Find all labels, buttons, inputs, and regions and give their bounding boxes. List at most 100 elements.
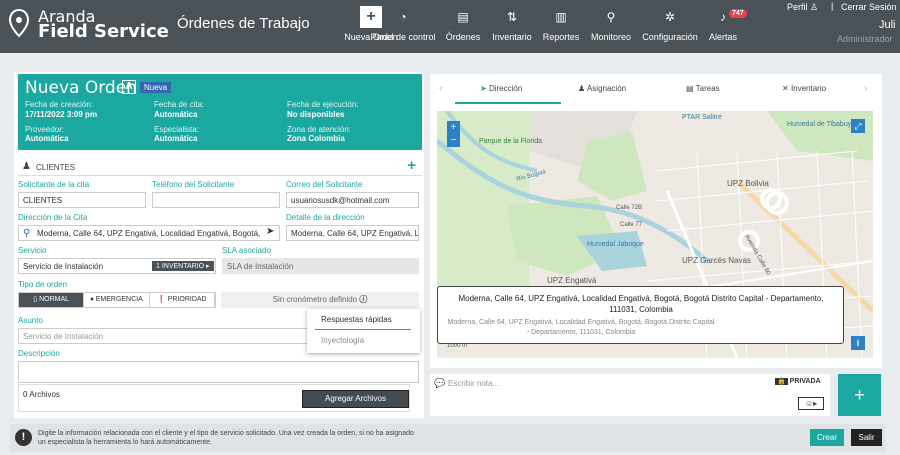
crear-button[interactable]: Crear	[810, 429, 844, 446]
user-name: Juli	[879, 19, 896, 31]
inventario-button[interactable]: 1 INVENTARIO ▸	[152, 261, 214, 271]
telefono-field[interactable]	[152, 192, 280, 208]
info-icon[interactable]: i	[851, 336, 865, 350]
footer-info: Digite la información relacionada con el…	[38, 430, 414, 446]
page-title: Órdenes de Trabajo	[177, 15, 310, 32]
correo-field[interactable]: usuariosusdk@hotmail.com	[286, 192, 419, 208]
zona-label: Zona de atención:	[287, 125, 352, 134]
tab-prev-icon[interactable]: ‹	[439, 83, 442, 94]
esp-value: Automática	[154, 134, 198, 143]
privada-toggle[interactable]: 🔒 PRIVADA	[775, 377, 821, 385]
privada-label: PRIVADA	[789, 378, 821, 385]
tab-inventario-label: Inventario	[790, 84, 827, 93]
active-tab-indicator	[455, 102, 561, 104]
direccion-label: Dirección de la Cita	[18, 213, 88, 222]
sla-label: SLA asociado	[222, 246, 271, 255]
user-role: Administrador	[837, 34, 893, 44]
ejec-value: No disponibles	[287, 110, 345, 119]
tasks-icon: ▤	[686, 84, 694, 93]
priority-emergencia-label: EMERGENCIA	[95, 296, 143, 303]
user-icon: ♟	[22, 161, 31, 172]
emoji-button[interactable]: ☺▸	[798, 397, 824, 410]
inventario-button-label: 1 INVENTARIO	[156, 263, 205, 270]
nav-monitoreo[interactable]: ⚲ Monitoreo	[581, 8, 641, 42]
monitor-icon: ⚲	[606, 10, 616, 24]
solicitante-field[interactable]: CLIENTES	[18, 192, 146, 208]
inventory-icon: ⇅	[506, 10, 518, 24]
person-icon: ♟	[578, 84, 586, 93]
priority-prioridad-label: PRIORIDAD	[167, 296, 207, 303]
quick-replies-menu: Respuestas rápidas Inyectología	[307, 309, 420, 353]
map-label: Humedal de Tibabuyes	[787, 121, 859, 128]
ejec-label: Fecha de ejecución:	[287, 100, 359, 109]
cita-value: Automática	[154, 110, 198, 119]
logout-link[interactable]: Cerrar Sesión	[841, 2, 897, 12]
quick-item[interactable]: Inyectología	[321, 336, 364, 345]
direccion-value: Moderna, Calle 64, UPZ Engativá, Localid…	[37, 229, 261, 238]
perfil-link[interactable]: Perfil ♙	[787, 2, 818, 13]
correo-label: Correo del Solicitante	[286, 180, 363, 189]
map-label: Calle 72B	[616, 205, 642, 211]
tab-tareas-label: Tareas	[695, 84, 720, 93]
quick-divider	[315, 329, 411, 330]
comment-icon: 💬	[434, 378, 446, 388]
map-pin-icon: ⚲	[23, 228, 31, 239]
clientes-header: CLIENTES	[36, 163, 76, 172]
map-label: UPZ Bolivia	[727, 179, 769, 188]
salir-button[interactable]: Salir	[851, 429, 882, 446]
nav-panel[interactable]: ◔ Panel de control	[365, 8, 441, 42]
map-label: UPZ Garcés Navas	[682, 256, 751, 265]
tab-tareas[interactable]: ▤ Tareas	[686, 84, 720, 93]
archivos-count: 0 Archivos	[23, 390, 60, 399]
note-box: 💬 Escribir nota... 🔒 PRIVADA ☺▸	[430, 374, 830, 416]
tab-direccion[interactable]: ➤ Dirección	[480, 84, 522, 93]
add-client-button[interactable]: +	[407, 157, 416, 174]
nav-configuracion[interactable]: ✲ Configuración	[640, 8, 700, 42]
descripcion-field[interactable]	[18, 361, 419, 383]
orders-icon: ▤	[457, 10, 469, 24]
address-main: Moderna, Calle 64, UPZ Engativá, Localid…	[458, 294, 824, 314]
prov-label: Proveedor:	[25, 125, 65, 134]
footer-bar: ! Digite la información relacionada con …	[10, 424, 885, 452]
alerts-badge: 747	[729, 9, 747, 18]
priority-prioridad[interactable]: ❗ PRIORIDAD	[150, 293, 215, 307]
zoom-out-button[interactable]: −	[447, 134, 460, 147]
esp-label: Especialista:	[154, 125, 199, 134]
tab-asignacion[interactable]: ♟ Asignación	[578, 84, 626, 93]
creation-label: Fecha de creación:	[25, 100, 94, 109]
tab-next-icon[interactable]: ›	[864, 83, 867, 94]
gear-icon: ✲	[664, 10, 676, 24]
brand-line2: Field Service	[38, 21, 169, 42]
priority-toggle: ▯ NORMAL ♦ EMERGENCIA ❗ PRIORIDAD	[18, 292, 216, 308]
priority-normal[interactable]: ▯ NORMAL	[19, 293, 85, 307]
priority-emergencia[interactable]: ♦ EMERGENCIA	[84, 293, 150, 307]
fullscreen-icon[interactable]: ⤢	[851, 119, 865, 133]
add-note-button[interactable]: +	[838, 374, 881, 416]
info-icon: !	[15, 429, 32, 446]
map-label: Parque de la Florida	[479, 138, 542, 145]
zoom-in-button[interactable]: +	[447, 121, 460, 134]
telefono-label: Teléfono del Solicitante	[152, 180, 235, 189]
agregar-archivos-button[interactable]: Agregar Archivos	[302, 390, 409, 408]
detalle-label: Detalle de la dirección	[286, 213, 365, 222]
navigate-icon: ➤	[480, 84, 487, 93]
tab-direccion-label: Dirección	[488, 84, 523, 93]
tab-inventario[interactable]: ✕ Inventario	[782, 84, 826, 93]
tipo-label: Tipo de orden	[18, 280, 68, 289]
note-input[interactable]: Escribir nota...	[448, 379, 499, 388]
cita-label: Fecha de cita:	[154, 100, 205, 109]
detalle-field[interactable]: Moderna, Calle 64, UPZ Engativá, L	[286, 225, 419, 241]
asunto-placeholder: Servicio de Instalación	[23, 332, 104, 341]
descripcion-label: Descripción	[18, 349, 60, 358]
sin-cronometro: Sin cronómetro definido ⓘ	[221, 292, 419, 308]
status-badge: Nueva	[140, 82, 172, 93]
locate-icon[interactable]: ➤	[266, 226, 278, 237]
direccion-field[interactable]: ⚲ Moderna, Calle 64, UPZ Engativá, Locali…	[18, 225, 280, 241]
map-label: UPZ Engativá	[547, 276, 597, 285]
tab-asignacion-label: Asignación	[586, 84, 627, 93]
clientes-section: ♟ CLIENTES +	[18, 157, 422, 176]
servicio-label: Servicio	[18, 246, 47, 255]
prov-value: Automática	[25, 134, 69, 143]
tools-icon: ✕	[782, 84, 789, 93]
logo-icon	[8, 8, 30, 38]
